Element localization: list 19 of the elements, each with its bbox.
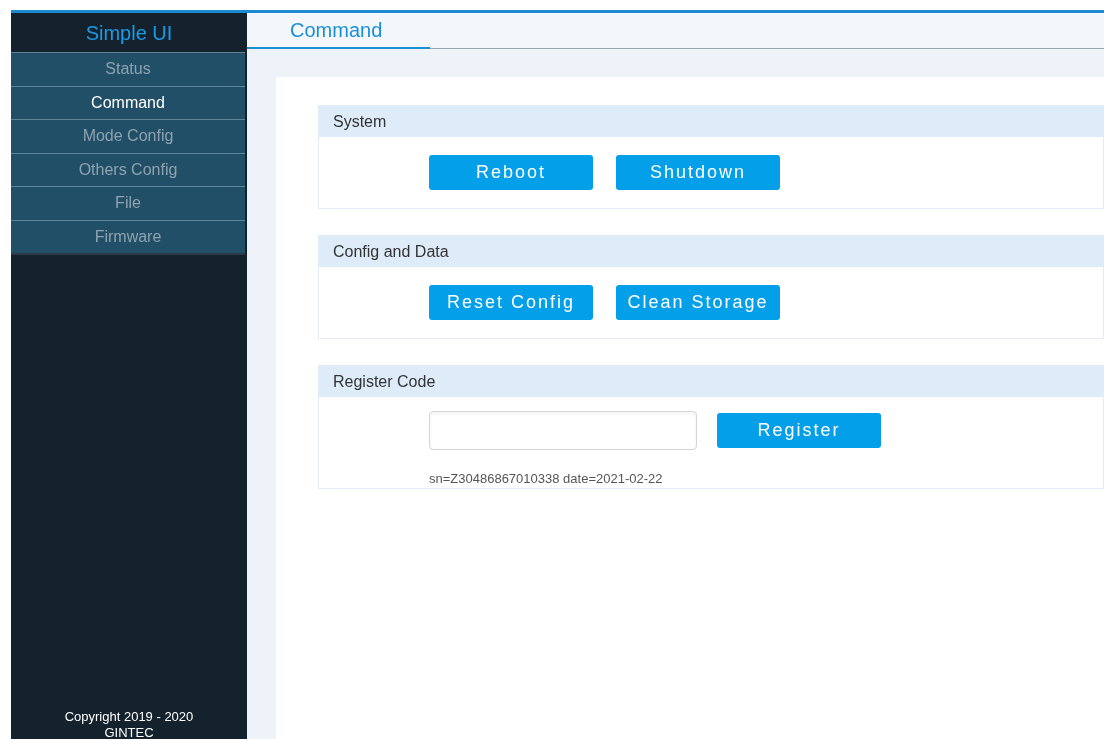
sidebar-item[interactable]: Status: [11, 52, 245, 86]
copyright-text: Copyright 2019 - 2020: [64, 709, 194, 725]
action-button[interactable]: Shutdown: [616, 155, 780, 190]
section-title: Config and Data: [333, 241, 449, 262]
sidebar-item[interactable]: Mode Config: [11, 119, 245, 153]
sidebar-item[interactable]: Firmware: [11, 219, 245, 253]
app-title: Simple UI: [84, 20, 174, 46]
section-title: System: [333, 111, 387, 132]
sidebar-item[interactable]: Others Config: [11, 152, 245, 186]
action-button[interactable]: Register: [717, 413, 881, 448]
action-button[interactable]: Clean Storage: [616, 285, 780, 320]
serial-info-text: sn=Z30486867010338 date=2021-02-22: [429, 470, 664, 488]
copyright-text: GINTEC: [104, 725, 154, 739]
sidebar-item[interactable]: Command: [11, 85, 245, 119]
register-code-field[interactable]: [429, 411, 697, 450]
section-title: Register Code: [333, 371, 436, 392]
action-button[interactable]: Reboot: [429, 155, 593, 190]
action-button[interactable]: Reset Config: [429, 285, 593, 320]
sidebar-item[interactable]: File: [11, 186, 245, 220]
